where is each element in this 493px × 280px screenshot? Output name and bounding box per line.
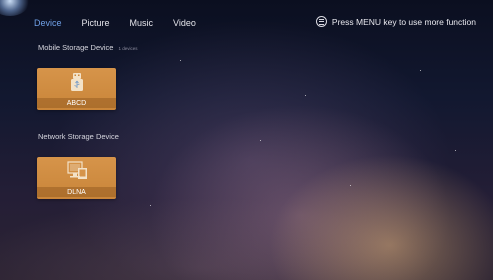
- star: [150, 205, 151, 206]
- menu-icon: [315, 16, 327, 27]
- star: [305, 95, 306, 96]
- network-storage-section-title: Network Storage Device: [38, 132, 119, 141]
- top-tab-bar: Device Picture Music Video: [34, 18, 216, 28]
- network-screen-icon: [65, 161, 89, 186]
- usb-drive-icon: [69, 72, 85, 97]
- tab-video[interactable]: Video: [173, 18, 196, 28]
- device-label-dlna: DLNA: [37, 187, 116, 197]
- tab-music[interactable]: Music: [130, 18, 154, 28]
- device-count: 1 devices: [118, 46, 138, 51]
- device-tile-abcd[interactable]: ABCD: [37, 68, 116, 110]
- menu-hint: Press MENU key to use more function: [315, 16, 476, 27]
- device-label-abcd: ABCD: [37, 98, 116, 108]
- device-tile-dlna[interactable]: DLNA: [37, 157, 116, 199]
- mobile-storage-section-title: Mobile Storage Device 1 devices: [38, 43, 137, 52]
- star: [180, 60, 181, 61]
- tab-device[interactable]: Device: [34, 18, 62, 28]
- tab-picture[interactable]: Picture: [82, 18, 110, 28]
- star: [260, 140, 261, 141]
- network-storage-title: Network Storage Device: [38, 132, 119, 141]
- star: [420, 70, 421, 71]
- corner-glow: [0, 0, 30, 16]
- menu-hint-text: Press MENU key to use more function: [331, 16, 476, 27]
- star: [455, 150, 456, 151]
- media-browser-screen: Device Picture Music Video Press MENU ke…: [0, 0, 493, 280]
- star: [350, 185, 351, 186]
- mobile-storage-title: Mobile Storage Device: [38, 43, 114, 52]
